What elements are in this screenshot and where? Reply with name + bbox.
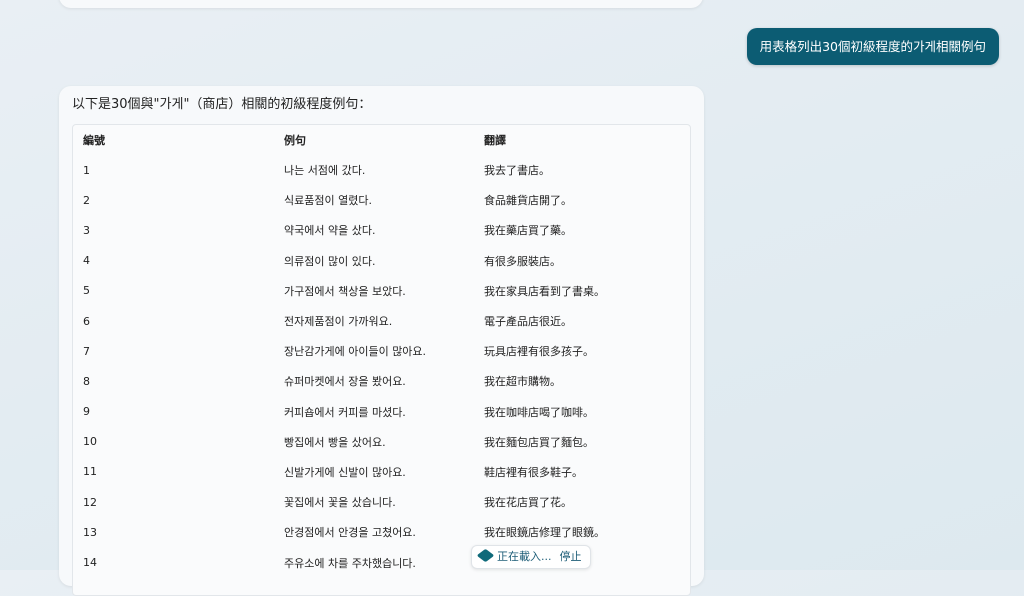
table-row: 2 식료품점이 열렸다. 食品雜貨店開了。 xyxy=(73,185,690,215)
row-sentence: 신발가게에 신발이 많아요. xyxy=(284,465,406,479)
loading-label: 正在載入... xyxy=(497,550,552,563)
row-number: 8 xyxy=(83,374,90,388)
row-translation: 食品雜貨店開了。 xyxy=(484,194,572,208)
row-sentence: 전자제품점이 가까워요. xyxy=(284,315,393,329)
examples-table-container: 編號 例句 翻譯 1 나는 서점에 갔다. 我去了書店。 2 식료품점이 열렸다. 食品雜… xyxy=(72,124,691,596)
row-sentence: 안경점에서 안경을 고쳤어요. xyxy=(284,526,416,540)
row-translation: 玩具店裡有很多孩子。 xyxy=(484,345,594,359)
table-row: 3 약국에서 약을 샀다. 我在藥店買了藥。 xyxy=(73,215,690,245)
header-number: 編號 xyxy=(83,134,105,147)
row-translation: 我在藥店買了藥。 xyxy=(484,224,572,238)
row-sentence: 식료품점이 열렸다. xyxy=(284,194,372,208)
row-translation: 鞋店裡有很多鞋子。 xyxy=(484,465,583,479)
user-message-bubble: 用表格列出30個初級程度的가게相關例句 xyxy=(746,28,999,65)
row-translation: 我在超市購物。 xyxy=(484,375,561,389)
header-sentence: 例句 xyxy=(284,134,306,147)
header-translation: 翻譯 xyxy=(484,134,506,147)
row-number: 4 xyxy=(83,254,90,268)
examples-table: 編號 例句 翻譯 1 나는 서점에 갔다. 我去了書店。 2 식료품점이 열렸다. 食品雜… xyxy=(73,125,690,578)
table-row: 13 안경점에서 안경을 고쳤어요. 我在眼鏡店修理了眼鏡。 xyxy=(73,517,690,547)
row-number: 6 xyxy=(83,314,90,328)
row-number: 14 xyxy=(83,556,97,570)
row-sentence: 빵집에서 빵을 샀어요. xyxy=(284,435,386,449)
row-number: 1 xyxy=(83,163,90,177)
loading-icon xyxy=(476,548,495,563)
row-translation: 有很多服裝店。 xyxy=(484,254,561,268)
row-sentence: 주유소에 차를 주차했습니다. xyxy=(284,556,416,570)
row-number: 13 xyxy=(83,525,97,539)
row-sentence: 커피숍에서 커피를 마셨다. xyxy=(284,405,406,419)
row-sentence: 꽃집에서 꽃을 샀습니다. xyxy=(284,496,396,510)
row-sentence: 가구점에서 책상을 보았다. xyxy=(284,284,406,298)
previous-message-card xyxy=(59,0,703,8)
stop-button[interactable]: 停止 xyxy=(560,550,582,563)
table-row: 4 의류점이 많이 있다. 有很多服裝店。 xyxy=(73,246,690,276)
reply-intro-text: 以下是30個與"가게"（商店）相關的初級程度例句： xyxy=(72,97,372,112)
row-translation: 我在麵包店買了麵包。 xyxy=(484,435,594,449)
row-sentence: 의류점이 많이 있다. xyxy=(284,254,376,268)
table-row: 9 커피숍에서 커피를 마셨다. 我在咖啡店喝了咖啡。 xyxy=(73,397,690,427)
table-row: 12 꽃집에서 꽃을 샀습니다. 我在花店買了花。 xyxy=(73,487,690,517)
row-number: 9 xyxy=(83,405,90,419)
row-number: 11 xyxy=(83,465,97,479)
row-translation: 我去了書店。 xyxy=(484,164,550,178)
row-translation: 我在眼鏡店修理了眼鏡。 xyxy=(484,526,605,540)
row-number: 7 xyxy=(83,344,90,358)
row-translation: 電子產品店很近。 xyxy=(484,315,572,329)
table-row: 11 신발가게에 신발이 많아요. 鞋店裡有很多鞋子。 xyxy=(73,457,690,487)
row-number: 2 xyxy=(83,193,90,207)
table-row: 8 슈퍼마켓에서 장을 봤어요. 我在超市購物。 xyxy=(73,366,690,396)
row-sentence: 나는 서점에 갔다. xyxy=(284,164,366,178)
row-sentence: 장난감가게에 아이들이 많아요. xyxy=(284,345,427,359)
assistant-reply-card: 以下是30個與"가게"（商店）相關的初級程度例句： 編號 例句 翻譯 1 나는 서… xyxy=(59,86,704,596)
table-row: 1 나는 서점에 갔다. 我去了書店。 xyxy=(73,155,690,185)
table-row: 7 장난감가게에 아이들이 많아요. 玩具店裡有很多孩子。 xyxy=(73,336,690,366)
loading-indicator: 正在載入... 停止 xyxy=(471,545,591,569)
row-translation: 我在咖啡店喝了咖啡。 xyxy=(484,405,594,419)
row-number: 12 xyxy=(83,495,97,509)
row-translation: 我在花店買了花。 xyxy=(484,496,572,510)
row-sentence: 약국에서 약을 샀다. xyxy=(284,224,376,238)
table-header-row: 編號 例句 翻譯 xyxy=(73,125,690,155)
row-translation: 我在家具店看到了書桌。 xyxy=(484,284,605,298)
row-number: 5 xyxy=(83,284,90,298)
row-sentence: 슈퍼마켓에서 장을 봤어요. xyxy=(284,375,406,389)
table-row: 5 가구점에서 책상을 보았다. 我在家具店看到了書桌。 xyxy=(73,276,690,306)
table-row: 10 빵집에서 빵을 샀어요. 我在麵包店買了麵包。 xyxy=(73,427,690,457)
table-row: 14 주유소에 차를 주차했습니다. xyxy=(73,547,690,577)
row-number: 10 xyxy=(83,435,97,449)
table-row: 6 전자제품점이 가까워요. 電子產品店很近。 xyxy=(73,306,690,336)
row-number: 3 xyxy=(83,223,90,237)
